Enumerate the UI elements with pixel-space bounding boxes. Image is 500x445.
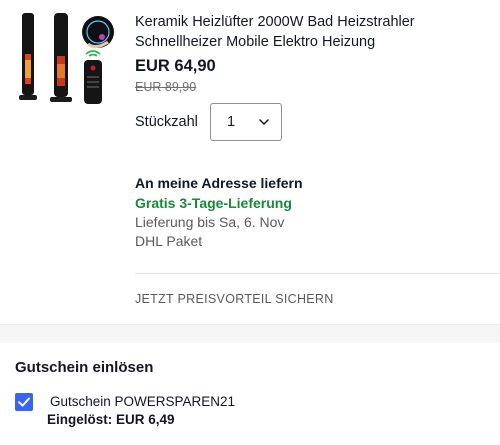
product-old-price: EUR 89,90: [135, 80, 197, 94]
product-title[interactable]: Keramik Heizlüfter 2000W Bad Heizstrahle…: [135, 12, 475, 52]
quantity-value: 1: [227, 114, 236, 130]
coupon-code-label[interactable]: Gutschein POWERSPAREN21: [50, 394, 235, 409]
divider: [135, 273, 500, 274]
section-separator: [0, 324, 500, 343]
quantity-label: Stückzahl: [135, 114, 198, 130]
product-price: EUR 64,90: [135, 57, 216, 75]
checkmark-icon: [18, 397, 30, 407]
promo-link[interactable]: JETZT PREISVORTEIL SICHERN: [135, 292, 334, 306]
delivery-free-shipping: Gratis 3-Tage-Lieferung: [135, 195, 292, 211]
product-image[interactable]: [16, 10, 116, 106]
delivery-title: An meine Adresse liefern: [135, 175, 303, 191]
coupon-section-title: Gutschein einlösen: [15, 359, 154, 376]
coupon-checkbox[interactable]: [15, 393, 33, 411]
delivery-carrier: DHL Paket: [135, 233, 203, 249]
chevron-down-icon: [259, 119, 269, 125]
quantity-select[interactable]: 1: [210, 103, 282, 141]
delivery-date: Lieferung bis Sa, 6. Nov: [135, 214, 285, 230]
coupon-applied-text: Eingelöst: EUR 6,49: [47, 412, 175, 427]
